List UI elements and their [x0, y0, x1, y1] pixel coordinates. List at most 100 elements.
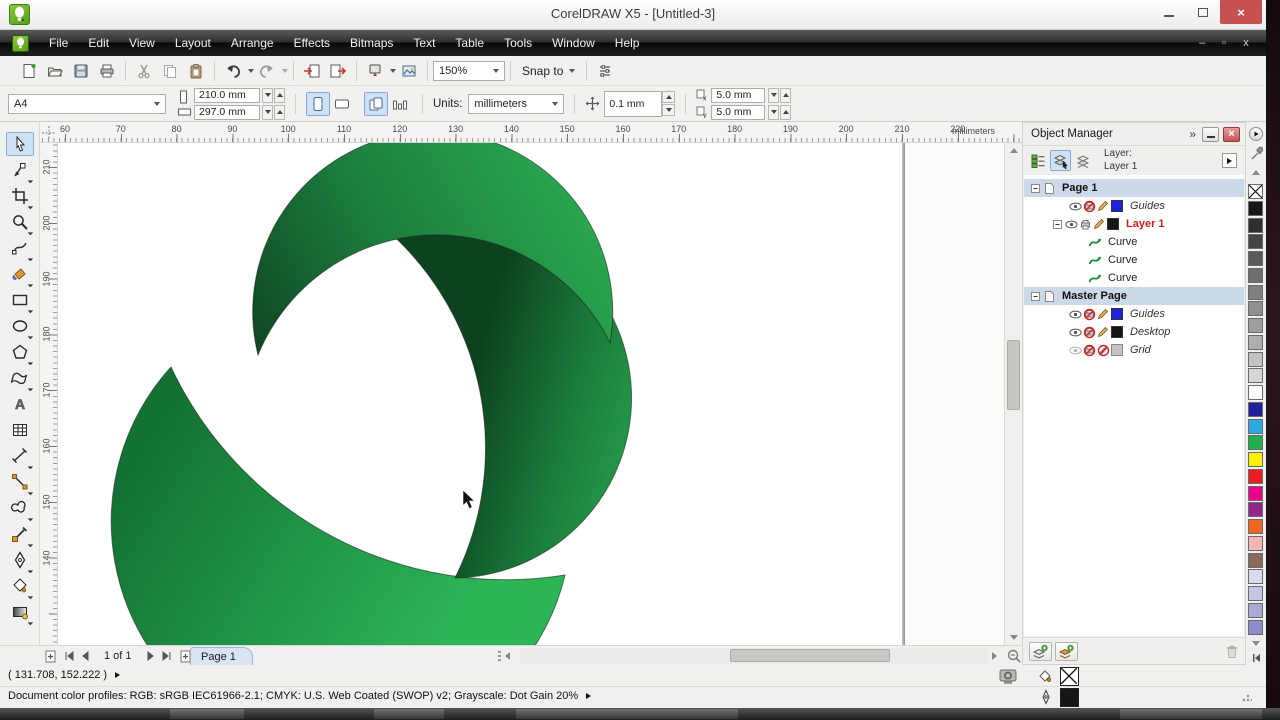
palette-swatch[interactable]: [1248, 402, 1263, 417]
close-button[interactable]: ×: [1220, 0, 1262, 24]
tree-row-master-page[interactable]: Master Page: [1024, 287, 1244, 305]
duplicate-x-field[interactable]: 5.0 mm: [711, 88, 765, 103]
fill-none-swatch[interactable]: [1060, 667, 1079, 686]
layer-color-swatch[interactable]: [1110, 344, 1124, 356]
palette-swatch[interactable]: [1248, 301, 1263, 316]
delete-layer-button[interactable]: [1225, 644, 1239, 659]
doc-minimize-button[interactable]: –: [1196, 38, 1208, 48]
palette-swatch[interactable]: [1248, 486, 1263, 501]
tree-row-guides-page[interactable]: Guides: [1024, 197, 1244, 215]
horizontal-ruler[interactable]: 6070809010011012013014015016017018019020…: [40, 122, 1024, 143]
basic-shapes-tool[interactable]: [6, 366, 34, 390]
outline-pen-tool[interactable]: [6, 548, 34, 572]
drawing-canvas[interactable]: [58, 143, 1004, 645]
zoom-fit-button[interactable]: [1006, 648, 1022, 664]
print-disabled-icon[interactable]: [1082, 308, 1096, 321]
palette-swatch[interactable]: [1248, 251, 1263, 266]
docker-flyout-button[interactable]: [1222, 153, 1237, 168]
expander-icon[interactable]: [1028, 184, 1042, 193]
portrait-button[interactable]: [306, 92, 330, 116]
docker-chevrons[interactable]: »: [1189, 127, 1196, 141]
duplicate-y-field[interactable]: 5.0 mm: [711, 105, 765, 120]
tree-row-curve2[interactable]: Curve: [1024, 251, 1244, 269]
palette-flyout-button[interactable]: [1249, 127, 1263, 141]
maximize-button[interactable]: [1186, 0, 1220, 24]
redo-button[interactable]: [254, 59, 280, 83]
menu-table[interactable]: Table: [445, 32, 494, 54]
swirl-logo-artwork[interactable]: [58, 143, 1004, 645]
new-master-layer-button[interactable]: [1055, 642, 1078, 661]
blend-tool[interactable]: [6, 496, 34, 520]
edit-pencil-icon[interactable]: [1096, 326, 1110, 338]
print-button[interactable]: [94, 59, 120, 83]
application-launcher-button[interactable]: [362, 59, 388, 83]
menu-window[interactable]: Window: [542, 32, 605, 54]
corel-connect-button[interactable]: [396, 59, 422, 83]
connector-tool[interactable]: [6, 470, 34, 494]
menu-file[interactable]: File: [39, 32, 78, 54]
edit-pencil-icon[interactable]: [1096, 200, 1110, 212]
print-enabled-icon[interactable]: [1078, 218, 1092, 231]
zoom-tool[interactable]: [6, 210, 34, 234]
palette-swatch[interactable]: [1248, 234, 1263, 249]
color-eyedropper-tool[interactable]: [6, 522, 34, 546]
doc-restore-button[interactable]: ▫: [1218, 38, 1230, 48]
palette-swatch[interactable]: [1248, 335, 1263, 350]
table-tool[interactable]: [6, 418, 34, 442]
outline-color-icon[interactable]: [1036, 689, 1056, 705]
tree-row-desktop[interactable]: Desktop: [1024, 323, 1244, 341]
tree-row-curve1[interactable]: Curve: [1024, 233, 1244, 251]
export-button[interactable]: [325, 59, 351, 83]
docker-collapse-button[interactable]: [1202, 127, 1219, 142]
page-tab[interactable]: Page 1: [190, 647, 253, 665]
docker-close-button[interactable]: ×: [1223, 127, 1240, 142]
height-spin-up[interactable]: [274, 105, 285, 120]
menu-help[interactable]: Help: [605, 32, 650, 54]
layer-color-swatch[interactable]: [1110, 308, 1124, 320]
previous-page-button[interactable]: [81, 651, 89, 661]
page-preset-combo[interactable]: A4: [8, 94, 166, 114]
menu-bitmaps[interactable]: Bitmaps: [340, 32, 403, 54]
rectangle-tool[interactable]: [6, 288, 34, 312]
palette-scroll-up[interactable]: [1252, 170, 1260, 175]
palette-swatch[interactable]: [1248, 569, 1263, 584]
redo-dropdown-arrow[interactable]: [282, 69, 288, 73]
palette-no-color-swatch[interactable]: [1248, 184, 1263, 199]
new-layer-button[interactable]: [1029, 642, 1052, 661]
vertical-scrollbar[interactable]: [1004, 143, 1022, 645]
visibility-eye-icon[interactable]: [1068, 202, 1082, 211]
edit-pencil-icon[interactable]: [1096, 308, 1110, 320]
print-disabled-icon[interactable]: [1082, 326, 1096, 339]
tree-row-grid[interactable]: Grid: [1024, 341, 1244, 359]
layer-color-swatch[interactable]: [1106, 218, 1120, 230]
pick-tool[interactable]: [6, 132, 34, 156]
menu-edit[interactable]: Edit: [78, 32, 119, 54]
palette-swatch[interactable]: [1248, 419, 1263, 434]
document-properties-icon[interactable]: [998, 668, 1018, 686]
palette-swatch[interactable]: [1248, 352, 1263, 367]
shape-tool[interactable]: [6, 158, 34, 182]
palette-swatch[interactable]: [1248, 502, 1263, 517]
palette-swatch[interactable]: [1248, 318, 1263, 333]
freehand-tool[interactable]: [6, 236, 34, 260]
page-width-field[interactable]: 210.0 mm: [194, 88, 260, 103]
palette-swatch[interactable]: [1248, 435, 1263, 450]
tree-row-curve3[interactable]: Curve: [1024, 269, 1244, 287]
layer-manager-view-button[interactable]: [1073, 150, 1094, 171]
palette-eyedropper-icon[interactable]: [1249, 146, 1263, 162]
print-disabled-icon[interactable]: [1082, 344, 1096, 357]
page-height-field[interactable]: 297.0 mm: [194, 105, 260, 120]
horizontal-scrollbar[interactable]: [520, 648, 988, 664]
width-spin-up[interactable]: [274, 88, 285, 103]
minimize-button[interactable]: [1152, 0, 1186, 24]
resize-grip[interactable]: [1242, 692, 1252, 702]
interactive-fill-tool[interactable]: [6, 600, 34, 624]
palette-swatch[interactable]: [1248, 553, 1263, 568]
doc-close-button[interactable]: x: [1240, 38, 1252, 48]
ellipse-tool[interactable]: [6, 314, 34, 338]
cut-button[interactable]: [131, 59, 157, 83]
palette-scroll-down[interactable]: [1252, 641, 1260, 646]
scroll-down-arrow[interactable]: [1010, 635, 1018, 640]
palette-swatch[interactable]: [1248, 385, 1263, 400]
visibility-eye-icon[interactable]: [1068, 328, 1082, 337]
